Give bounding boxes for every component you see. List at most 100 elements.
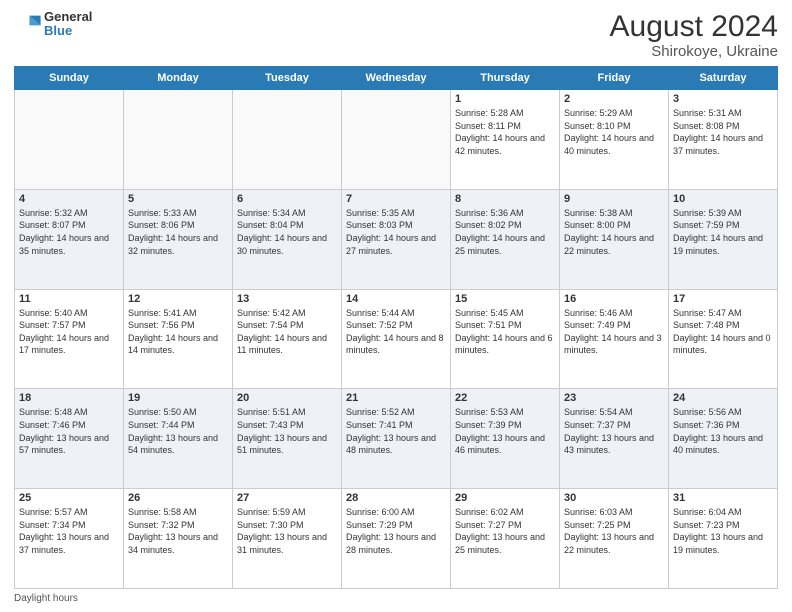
- table-row: 2 Sunrise: 5:29 AM Sunset: 8:10 PM Daylig…: [560, 90, 669, 190]
- day-info: Sunrise: 5:44 AM Sunset: 7:52 PM Dayligh…: [346, 307, 446, 357]
- day-number: 7: [346, 193, 446, 205]
- col-saturday: Saturday: [669, 67, 778, 90]
- table-row: 7 Sunrise: 5:35 AM Sunset: 8:03 PM Daylig…: [342, 189, 451, 289]
- title-block: August 2024 Shirokoye, Ukraine: [610, 10, 778, 60]
- table-row: 1 Sunrise: 5:28 AM Sunset: 8:11 PM Daylig…: [451, 90, 560, 190]
- table-row: 27Sunrise: 5:59 AM Sunset: 7:30 PM Dayli…: [233, 489, 342, 589]
- col-thursday: Thursday: [451, 67, 560, 90]
- day-number: 26: [128, 492, 228, 504]
- col-tuesday: Tuesday: [233, 67, 342, 90]
- header: General Blue August 2024 Shirokoye, Ukra…: [14, 10, 778, 60]
- day-number: 3: [673, 93, 773, 105]
- day-number: 14: [346, 293, 446, 305]
- table-row: 26 Sunrise: 5:58 AM Sunset: 7:32 PM Dayli…: [124, 489, 233, 589]
- table-row: 6 Sunrise: 5:34 AM Sunset: 8:04 PM Daylig…: [233, 189, 342, 289]
- table-row: [124, 90, 233, 190]
- calendar-header-row: Sunday Monday Tuesday Wednesday Thursday…: [15, 67, 778, 90]
- table-row: 12 Sunrise: 5:41 AM Sunset: 7:56 PM Dayli…: [124, 289, 233, 389]
- day-info: Sunrise: 5:51 AM Sunset: 7:43 PM Dayligh…: [237, 406, 337, 456]
- table-row: 24 Sunrise: 5:56 AM Sunset: 7:36 PM Dayli…: [669, 389, 778, 489]
- day-number: 5: [128, 193, 228, 205]
- logo-blue: Blue: [44, 24, 92, 38]
- day-info: Sunrise: 6:02 AM Sunset: 7:27 PM Dayligh…: [455, 506, 555, 556]
- day-number: 23: [564, 392, 664, 404]
- table-row: 11Sunrise: 5:40 AM Sunset: 7:57 PM Dayli…: [15, 289, 124, 389]
- table-row: [233, 90, 342, 190]
- day-info: Sunrise: 5:41 AM Sunset: 7:56 PM Dayligh…: [128, 307, 228, 357]
- day-number: 29: [455, 492, 555, 504]
- day-info: Sunrise: 5:39 AM Sunset: 7:59 PM Dayligh…: [673, 207, 773, 257]
- day-number: 16: [564, 293, 664, 305]
- day-info: Sunrise: 5:57 AM Sunset: 7:34 PM Dayligh…: [19, 506, 119, 556]
- day-info: Sunrise: 5:35 AM Sunset: 8:03 PM Dayligh…: [346, 207, 446, 257]
- day-info: Sunrise: 6:04 AM Sunset: 7:23 PM Dayligh…: [673, 506, 773, 556]
- table-row: 30 Sunrise: 6:03 AM Sunset: 7:25 PM Dayli…: [560, 489, 669, 589]
- day-number: 20: [237, 392, 337, 404]
- day-number: 4: [19, 193, 119, 205]
- day-info: Sunrise: 5:28 AM Sunset: 8:11 PM Dayligh…: [455, 107, 555, 157]
- day-info: Sunrise: 5:45 AM Sunset: 7:51 PM Dayligh…: [455, 307, 555, 357]
- table-row: 23 Sunrise: 5:54 AM Sunset: 7:37 PM Dayli…: [560, 389, 669, 489]
- day-info: Sunrise: 5:34 AM Sunset: 8:04 PM Dayligh…: [237, 207, 337, 257]
- table-row: 5 Sunrise: 5:33 AM Sunset: 8:06 PM Daylig…: [124, 189, 233, 289]
- logo-icon: [14, 10, 42, 38]
- table-row: 29 Sunrise: 6:02 AM Sunset: 7:27 PM Dayli…: [451, 489, 560, 589]
- calendar-week-row: 1 Sunrise: 5:28 AM Sunset: 8:11 PM Daylig…: [15, 90, 778, 190]
- table-row: 19 Sunrise: 5:50 AM Sunset: 7:44 PM Dayli…: [124, 389, 233, 489]
- day-info: Sunrise: 5:50 AM Sunset: 7:44 PM Dayligh…: [128, 406, 228, 456]
- table-row: 17Sunrise: 5:47 AM Sunset: 7:48 PM Dayli…: [669, 289, 778, 389]
- day-number: 30: [564, 492, 664, 504]
- day-number: 2: [564, 93, 664, 105]
- day-number: 19: [128, 392, 228, 404]
- day-info: Sunrise: 5:46 AM Sunset: 7:49 PM Dayligh…: [564, 307, 664, 357]
- day-number: 18: [19, 392, 119, 404]
- table-row: 3 Sunrise: 5:31 AM Sunset: 8:08 PM Daylig…: [669, 90, 778, 190]
- table-row: 10 Sunrise: 5:39 AM Sunset: 7:59 PM Dayli…: [669, 189, 778, 289]
- day-info: Sunrise: 5:32 AM Sunset: 8:07 PM Dayligh…: [19, 207, 119, 257]
- calendar-week-row: 4 Sunrise: 5:32 AM Sunset: 8:07 PM Daylig…: [15, 189, 778, 289]
- day-info: Sunrise: 6:03 AM Sunset: 7:25 PM Dayligh…: [564, 506, 664, 556]
- logo-general: General: [44, 10, 92, 24]
- table-row: 15Sunrise: 5:45 AM Sunset: 7:51 PM Dayli…: [451, 289, 560, 389]
- calendar-table: Sunday Monday Tuesday Wednesday Thursday…: [14, 66, 778, 589]
- day-info: Sunrise: 5:58 AM Sunset: 7:32 PM Dayligh…: [128, 506, 228, 556]
- table-row: 21Sunrise: 5:52 AM Sunset: 7:41 PM Dayli…: [342, 389, 451, 489]
- day-number: 24: [673, 392, 773, 404]
- day-number: 1: [455, 93, 555, 105]
- table-row: 4 Sunrise: 5:32 AM Sunset: 8:07 PM Daylig…: [15, 189, 124, 289]
- day-number: 17: [673, 293, 773, 305]
- day-info: Sunrise: 5:38 AM Sunset: 8:00 PM Dayligh…: [564, 207, 664, 257]
- table-row: 14 Sunrise: 5:44 AM Sunset: 7:52 PM Dayli…: [342, 289, 451, 389]
- logo-text: General Blue: [44, 10, 92, 39]
- footer: Daylight hours: [14, 593, 778, 604]
- day-info: Sunrise: 5:56 AM Sunset: 7:36 PM Dayligh…: [673, 406, 773, 456]
- day-number: 31: [673, 492, 773, 504]
- table-row: 13 Sunrise: 5:42 AM Sunset: 7:54 PM Dayli…: [233, 289, 342, 389]
- day-info: Sunrise: 5:53 AM Sunset: 7:39 PM Dayligh…: [455, 406, 555, 456]
- day-info: Sunrise: 5:59 AM Sunset: 7:30 PM Dayligh…: [237, 506, 337, 556]
- day-info: Sunrise: 5:52 AM Sunset: 7:41 PM Dayligh…: [346, 406, 446, 456]
- day-number: 13: [237, 293, 337, 305]
- day-info: Sunrise: 5:54 AM Sunset: 7:37 PM Dayligh…: [564, 406, 664, 456]
- logo: General Blue: [14, 10, 92, 39]
- day-info: Sunrise: 5:29 AM Sunset: 8:10 PM Dayligh…: [564, 107, 664, 157]
- table-row: 22Sunrise: 5:53 AM Sunset: 7:39 PM Dayli…: [451, 389, 560, 489]
- table-row: 16 Sunrise: 5:46 AM Sunset: 7:49 PM Dayli…: [560, 289, 669, 389]
- table-row: 20 Sunrise: 5:51 AM Sunset: 7:43 PM Dayli…: [233, 389, 342, 489]
- table-row: [342, 90, 451, 190]
- col-wednesday: Wednesday: [342, 67, 451, 90]
- table-row: 28Sunrise: 6:00 AM Sunset: 7:29 PM Dayli…: [342, 489, 451, 589]
- table-row: 31 Sunrise: 6:04 AM Sunset: 7:23 PM Dayli…: [669, 489, 778, 589]
- day-number: 8: [455, 193, 555, 205]
- calendar-week-row: 18 Sunrise: 5:48 AM Sunset: 7:46 PM Dayli…: [15, 389, 778, 489]
- day-number: 12: [128, 293, 228, 305]
- day-info: Sunrise: 5:48 AM Sunset: 7:46 PM Dayligh…: [19, 406, 119, 456]
- day-number: 10: [673, 193, 773, 205]
- day-info: Sunrise: 5:33 AM Sunset: 8:06 PM Dayligh…: [128, 207, 228, 257]
- day-number: 9: [564, 193, 664, 205]
- day-info: Sunrise: 5:31 AM Sunset: 8:08 PM Dayligh…: [673, 107, 773, 157]
- table-row: 8Sunrise: 5:36 AM Sunset: 8:02 PM Daylig…: [451, 189, 560, 289]
- day-number: 6: [237, 193, 337, 205]
- table-row: [15, 90, 124, 190]
- day-info: Sunrise: 5:42 AM Sunset: 7:54 PM Dayligh…: [237, 307, 337, 357]
